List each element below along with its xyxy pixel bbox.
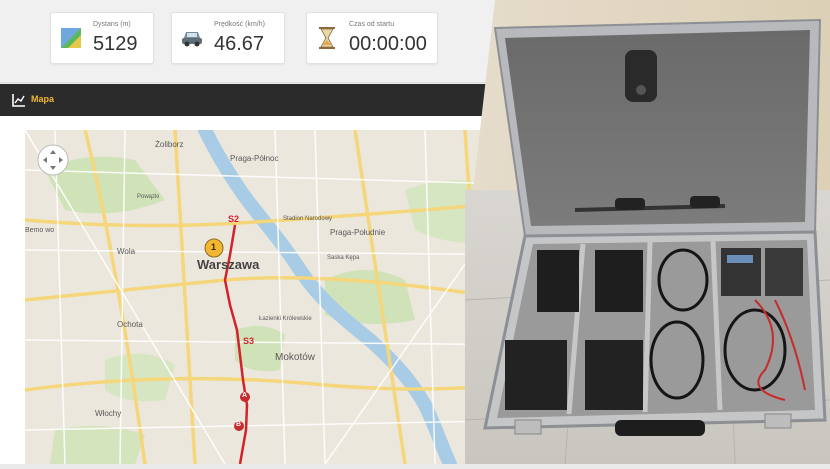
map-label-wlochy: Włochy [95, 409, 122, 418]
section-title: Mapa [31, 94, 55, 104]
route-marker-s3: S3 [243, 336, 255, 346]
map-label-praga-polnoc: Praga-Północ [230, 154, 279, 163]
map-label-warszawa: Warszawa [197, 257, 260, 272]
speed-value: 46.67 [214, 33, 265, 55]
map-label-ochota: Ochota [117, 320, 143, 329]
route-marker-a[interactable]: A [242, 392, 247, 399]
map-label-powazki: Powązki [137, 194, 160, 200]
map-label-wola: Wola [117, 247, 136, 256]
distance-card: Dystans (m) 5129 [50, 12, 154, 64]
route-marker-s2: S2 [228, 214, 240, 224]
map-label-bemowo: Bemo wo [25, 227, 55, 234]
hourglass-icon [315, 26, 339, 50]
map-label-lazienki: Łazienki Królewskie [259, 316, 312, 322]
distance-value: 5129 [93, 33, 138, 55]
chart-icon [12, 93, 26, 107]
map-label-saska-kepa: Saska Kępa [327, 255, 360, 261]
distance-label: Dystans (m) [93, 21, 131, 28]
map-label-zoliborz: Żoliborz [155, 140, 184, 149]
equipment-case-photo [464, 0, 830, 465]
car-icon [180, 26, 204, 50]
time-value: 00:00:00 [349, 33, 427, 55]
map-label-stadion: Stadion Narodowy [283, 216, 333, 222]
speed-card: Prędkość (km/h) 46.67 [171, 12, 285, 64]
map-icon [59, 26, 83, 50]
route-marker-1[interactable]: 1 [211, 242, 216, 252]
map-label-praga-poludnie: Praga-Południe [330, 228, 386, 237]
map-label-mokotow: Mokotów [275, 352, 316, 363]
time-card: Czas od startu 00:00:00 [306, 12, 438, 64]
time-label: Czas od startu [349, 21, 395, 28]
route-marker-b[interactable]: B [236, 421, 241, 428]
equipment-case-image [464, 0, 830, 465]
speed-label: Prędkość (km/h) [214, 21, 265, 28]
